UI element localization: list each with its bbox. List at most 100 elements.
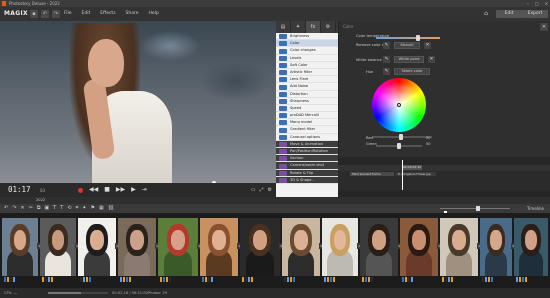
rotate-icon[interactable]: ⟲ [67, 205, 71, 212]
record-icon[interactable] [78, 187, 83, 193]
white-balance-picker-icon[interactable]: ✎ [383, 56, 390, 63]
effect-item-gradient-filter[interactable]: Gradient filter [276, 126, 338, 134]
storyboard-thumbnail[interactable] [118, 218, 156, 276]
effect-item-pan-position[interactable]: Pan/Position/Rotation [276, 148, 338, 156]
hue-picker-icon[interactable]: ✎ [383, 68, 390, 75]
effect-item-carousel[interactable]: Carousel options [276, 134, 338, 141]
effect-item-3d-shape[interactable]: 3D & Shape... [276, 176, 338, 184]
effect-item-rotate-flip[interactable]: Rotate & Flip [276, 169, 338, 177]
temperature-knob[interactable] [416, 35, 420, 41]
saturation-knob[interactable] [399, 134, 403, 140]
tab-transitions[interactable]: ✦ [291, 21, 306, 33]
storyboard-thumbnail[interactable] [200, 218, 238, 276]
tab-effects[interactable]: fx [306, 21, 321, 33]
eyedropper-icon[interactable]: ✎ [383, 42, 390, 49]
white-point-button[interactable]: White point [394, 56, 424, 63]
play-button[interactable]: ▶ [131, 185, 136, 195]
effect-item-levels[interactable]: Levels [276, 55, 338, 62]
green-slider[interactable] [376, 143, 422, 149]
edit-mode-button[interactable]: Edit [496, 10, 522, 18]
fast-forward-button[interactable]: ▶▶ [116, 185, 125, 195]
effect-item-soft-color[interactable]: Soft Color [276, 62, 338, 69]
storyboard-thumbnail[interactable] [322, 218, 358, 276]
storyboard-thumbnail[interactable] [440, 218, 478, 276]
redo-icon[interactable]: ↷ [52, 10, 60, 18]
storyboard-thumbnail[interactable] [78, 218, 116, 276]
menu-share[interactable]: Share [126, 7, 139, 21]
menu-edit[interactable]: Edit [82, 7, 91, 21]
video-preview[interactable] [0, 21, 276, 183]
cut-icon[interactable]: ✂ [29, 205, 33, 212]
tab-settings[interactable]: ⚙ [321, 21, 336, 33]
project-tab[interactable]: 2022 [36, 197, 45, 204]
saturation-slider[interactable] [372, 134, 432, 140]
panel-close-icon[interactable]: ✕ [540, 23, 548, 31]
undo-tool-icon[interactable]: ↶ [4, 205, 8, 212]
maximize-button[interactable]: □ [535, 0, 539, 7]
paste-icon[interactable]: ▣ [44, 205, 49, 212]
storyboard-thumbnail[interactable] [40, 218, 76, 276]
effect-item-speed[interactable]: Speed [276, 105, 338, 113]
playback-position-bar[interactable] [48, 292, 108, 294]
delete-icon[interactable]: ✕ [20, 205, 24, 212]
select-color-button[interactable]: Select color [394, 68, 430, 75]
title-icon[interactable]: T [60, 205, 63, 212]
effect-item-add-noise[interactable]: Add Noise [276, 83, 338, 91]
mini-timeline-clip[interactable]: Start element.frame [350, 172, 394, 176]
storyboard-thumbnail[interactable] [514, 218, 548, 276]
remove-cast-button[interactable]: Manuel [394, 42, 420, 49]
crop-icon[interactable]: ⌗ [75, 205, 78, 212]
link-icon[interactable]: ⛓ [108, 205, 114, 212]
effect-item-sharpness[interactable]: Sharpness [276, 98, 338, 105]
storyboard-thumbnail[interactable] [2, 218, 38, 276]
home-icon[interactable]: ⌂ [482, 10, 490, 18]
menu-file[interactable]: File [64, 7, 72, 21]
storyboard-thumbnail[interactable] [400, 218, 438, 276]
effect-item-section[interactable]: Section [276, 155, 338, 163]
zoom-slider[interactable] [440, 206, 510, 211]
group-icon[interactable]: ▦ [99, 205, 104, 212]
next-marker-button[interactable]: ⇥ [142, 185, 147, 195]
storyboard-thumbnail[interactable] [360, 218, 398, 276]
effect-item-color-changes[interactable]: Color changes [276, 47, 338, 55]
settings-icon[interactable]: ⚙ [268, 185, 272, 195]
fullscreen-icon[interactable]: ⤢ [260, 185, 264, 195]
zoom-knob[interactable] [476, 206, 480, 211]
effect-item-move-animation[interactable]: Move & Animation [276, 140, 338, 148]
reset-white-icon[interactable]: ✕ [428, 56, 435, 63]
color-temperature-slider[interactable] [376, 35, 440, 41]
tab-media[interactable]: ▤ [276, 21, 291, 33]
marker-icon[interactable]: ⚑ [90, 205, 94, 212]
effect-item-lens-flare[interactable]: Lens Flare [276, 76, 338, 84]
copy-icon[interactable]: ⧉ [37, 205, 41, 212]
effect-item-mono-model[interactable]: Mono model [276, 119, 338, 127]
export-mode-button[interactable]: Export [522, 10, 548, 18]
undo-icon[interactable]: ↶ [41, 10, 49, 18]
screen-icon[interactable]: ▭ [251, 185, 256, 195]
effect-item-brightness[interactable]: Brightness [276, 33, 338, 41]
rewind-button[interactable]: ◀◀ [89, 185, 98, 195]
storyboard-thumbnail[interactable] [240, 218, 280, 276]
effect-item-distortion[interactable]: Distortion [276, 91, 338, 98]
menu-effects[interactable]: Effects [100, 7, 115, 21]
storyboard-thumbnail[interactable] [282, 218, 320, 276]
reset-cast-icon[interactable]: ✕ [424, 42, 431, 49]
redo-tool-icon[interactable]: ↷ [12, 205, 16, 212]
storyboard-thumbnail[interactable] [158, 218, 198, 276]
effect-item-mercalli[interactable]: proDAD Mercalli [276, 112, 338, 120]
effect-item-camera-zoom[interactable]: Camera/zoom shot [276, 162, 338, 170]
text-icon[interactable]: T [53, 205, 56, 212]
mini-timeline-playhead[interactable] [402, 160, 403, 190]
minimize-button[interactable]: – [527, 0, 529, 7]
stop-button[interactable]: ■ [104, 185, 110, 195]
timeline-view-button[interactable]: Timeline [527, 205, 544, 212]
save-icon[interactable]: ▪ [30, 10, 38, 18]
effect-item-artistic-filter[interactable]: Artistic filter [276, 69, 338, 77]
close-button[interactable]: ✕ [545, 0, 548, 7]
menu-help[interactable]: Help [149, 7, 159, 21]
color-wheel-handle[interactable] [397, 103, 401, 107]
green-knob[interactable] [397, 143, 401, 149]
effect-item-color[interactable]: Color [276, 40, 338, 48]
effect-icon[interactable]: ✦ [82, 205, 86, 212]
storyboard-thumbnail[interactable] [480, 218, 512, 276]
